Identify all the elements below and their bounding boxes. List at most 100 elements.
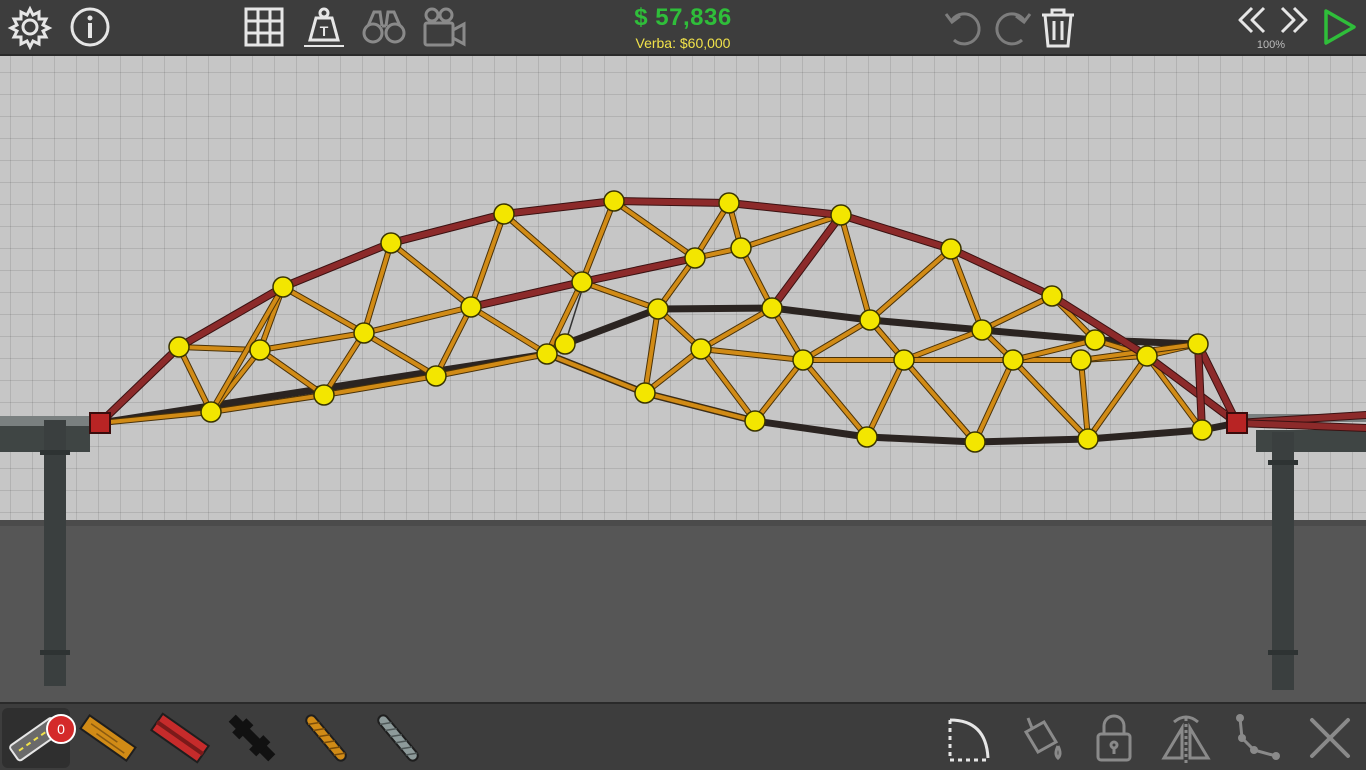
bridge-joint[interactable] <box>1187 333 1209 355</box>
road-segment[interactable] <box>751 417 871 441</box>
wood-beam[interactable] <box>699 347 805 362</box>
bridge-joint[interactable] <box>313 384 335 406</box>
mirror-icon[interactable] <box>1156 708 1216 768</box>
wood-beam[interactable] <box>362 331 438 378</box>
gear-icon[interactable] <box>6 4 54 50</box>
bridge-joint[interactable] <box>493 203 515 225</box>
wood-beam[interactable] <box>699 306 774 351</box>
cable-icon[interactable] <box>368 708 428 768</box>
bridge-joint[interactable] <box>744 410 766 432</box>
wood-beam[interactable] <box>389 241 473 309</box>
wood-beam[interactable] <box>281 285 366 335</box>
bridge-joint[interactable] <box>964 431 986 453</box>
trash-icon[interactable] <box>1034 4 1082 50</box>
wood-beam[interactable] <box>865 358 906 439</box>
road-segment[interactable] <box>1084 426 1206 443</box>
redo-icon[interactable] <box>988 4 1036 50</box>
wood-beam[interactable] <box>980 294 1054 332</box>
wood-beam[interactable] <box>434 352 549 378</box>
wood-beam[interactable] <box>469 305 549 356</box>
wood-beam[interactable] <box>580 280 660 311</box>
curve-icon[interactable] <box>940 708 1000 768</box>
steel-beam[interactable] <box>838 212 954 252</box>
road-segment[interactable] <box>561 305 662 348</box>
bridge-canvas[interactable] <box>0 56 1366 702</box>
bridge-joint[interactable] <box>554 333 576 355</box>
bridge-joint[interactable] <box>1136 345 1158 367</box>
bridge-joint[interactable] <box>536 343 558 365</box>
bridge-joint[interactable] <box>971 319 993 341</box>
bridge-joint[interactable] <box>249 339 271 361</box>
bridge-joint[interactable] <box>425 365 447 387</box>
bridge-joint[interactable] <box>603 190 625 212</box>
wood-beam[interactable] <box>362 305 473 335</box>
bridge-joint[interactable] <box>893 349 915 371</box>
video-camera-icon[interactable] <box>420 4 468 50</box>
steel-beam-icon[interactable] <box>150 708 210 768</box>
fast-forward-icon[interactable] <box>1270 0 1318 40</box>
anchor-point[interactable] <box>1226 412 1248 434</box>
undo-icon[interactable] <box>940 4 988 50</box>
steel-beam[interactable] <box>611 198 732 206</box>
wood-beam[interactable] <box>839 213 872 322</box>
wood-beam[interactable] <box>643 307 660 395</box>
wood-beam[interactable] <box>902 328 984 362</box>
grid-icon[interactable] <box>240 4 288 50</box>
bridge-joint[interactable] <box>730 237 752 259</box>
road-segment[interactable] <box>866 316 986 334</box>
bridge-joint[interactable] <box>684 247 706 269</box>
bridge-joint[interactable] <box>647 298 669 320</box>
wood-beam[interactable] <box>502 212 584 284</box>
bridge-joint[interactable] <box>1002 349 1024 371</box>
hydraulic-icon[interactable] <box>222 708 282 768</box>
bridge-joint[interactable] <box>460 296 482 318</box>
bridge-joint[interactable] <box>856 426 878 448</box>
wood-beam[interactable] <box>868 247 953 322</box>
anchor-point[interactable] <box>89 412 111 434</box>
bridge-joint[interactable] <box>272 276 294 298</box>
bridge-joint[interactable] <box>792 349 814 371</box>
wood-beam[interactable] <box>1086 354 1149 441</box>
wood-beam[interactable] <box>801 318 872 362</box>
bridge-joint[interactable] <box>380 232 402 254</box>
steel-beam[interactable] <box>388 211 507 246</box>
bridge-joint[interactable] <box>718 192 740 214</box>
wood-beam[interactable] <box>801 358 869 439</box>
lock-icon[interactable] <box>1084 708 1144 768</box>
wood-beam[interactable] <box>258 331 366 352</box>
steel-beam[interactable] <box>726 200 844 218</box>
bridge-joint[interactable] <box>761 297 783 319</box>
bridge-joint[interactable] <box>1191 419 1213 441</box>
road-segment[interactable] <box>978 326 1099 344</box>
build-area[interactable] <box>0 56 1366 702</box>
bridge-joint[interactable] <box>1070 349 1092 371</box>
wood-beam[interactable] <box>1011 358 1090 441</box>
road-segment[interactable] <box>863 433 979 446</box>
wood-beam[interactable] <box>469 212 506 309</box>
wood-beam[interactable] <box>545 352 647 395</box>
road-segment[interactable] <box>768 304 874 324</box>
bridge-joint[interactable] <box>634 382 656 404</box>
rope-icon[interactable] <box>296 708 356 768</box>
steel-beam[interactable] <box>280 240 394 290</box>
bridge-joint[interactable] <box>1077 428 1099 450</box>
wood-beam[interactable] <box>973 358 1015 444</box>
steel-beam[interactable] <box>1195 341 1205 433</box>
bridge-joint[interactable] <box>830 204 852 226</box>
paint-bucket-icon[interactable] <box>1012 708 1072 768</box>
bridge-joint[interactable] <box>940 238 962 260</box>
info-icon[interactable] <box>66 4 114 50</box>
split-joints-icon[interactable] <box>1228 708 1288 768</box>
bridge-joint[interactable] <box>571 271 593 293</box>
weight-icon[interactable]: T <box>300 4 348 50</box>
steel-beam[interactable] <box>501 198 617 217</box>
bridge-joint[interactable] <box>690 338 712 360</box>
binoculars-icon[interactable] <box>360 4 408 50</box>
steel-beam[interactable] <box>468 279 585 310</box>
bridge-joint[interactable] <box>1041 285 1063 307</box>
close-icon[interactable] <box>1300 708 1360 768</box>
wood-beam[interactable] <box>580 199 616 284</box>
wood-plank-icon[interactable] <box>78 708 138 768</box>
bridge-joint[interactable] <box>168 336 190 358</box>
wood-beam[interactable] <box>753 358 805 423</box>
